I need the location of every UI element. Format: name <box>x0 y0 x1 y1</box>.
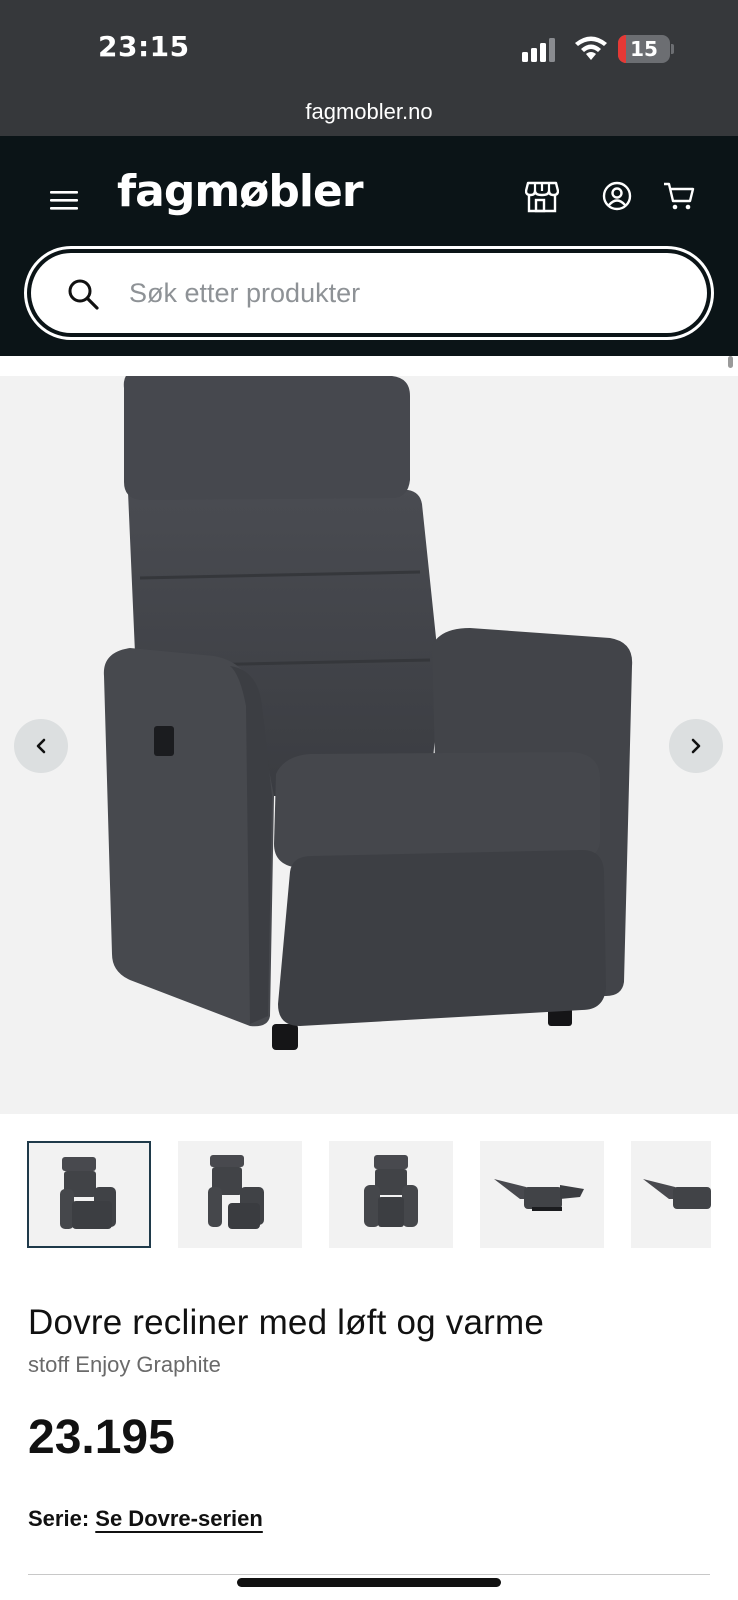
gallery-prev-button[interactable] <box>14 719 68 773</box>
thumbnail-2[interactable] <box>178 1141 302 1248</box>
thumbnail-3[interactable] <box>329 1141 453 1248</box>
status-time: 23:15 <box>98 30 190 63</box>
status-bar: 23:15 15 <box>0 0 738 98</box>
cart-icon[interactable] <box>663 181 695 211</box>
account-icon[interactable] <box>602 181 632 211</box>
search-input[interactable]: Søk etter produkter <box>31 253 707 333</box>
search-icon <box>68 279 99 310</box>
product-image-gallery[interactable] <box>0 376 738 1114</box>
series-link[interactable]: Se Dovre-serien <box>95 1506 263 1531</box>
chevron-right-icon <box>691 738 701 754</box>
product-image-recliner <box>103 376 633 1050</box>
menu-icon[interactable] <box>50 189 78 211</box>
search-bar: Søk etter produkter <box>24 246 714 340</box>
search-placeholder: Søk etter produkter <box>129 278 361 308</box>
browser-url[interactable]: fagmobler.no <box>0 98 738 136</box>
chevron-left-icon <box>36 738 46 754</box>
thumbnail-strip[interactable] <box>27 1141 711 1249</box>
battery-indicator: 15 <box>618 35 674 63</box>
thumbnail-5[interactable] <box>631 1141 711 1248</box>
wifi-icon <box>575 36 607 60</box>
site-logo[interactable]: fagmøbler <box>117 166 364 217</box>
cellular-signal-icon <box>522 38 555 62</box>
site-header: fagmøbler Søk etter produkter <box>0 136 738 356</box>
gallery-next-button[interactable] <box>669 719 723 773</box>
product-price: 23.195 <box>28 1411 175 1464</box>
product-subtitle: stoff Enjoy Graphite <box>28 1352 221 1377</box>
thumbnail-1[interactable] <box>27 1141 151 1248</box>
home-indicator[interactable] <box>237 1578 501 1587</box>
page-scrollbar[interactable] <box>728 356 733 368</box>
store-icon[interactable] <box>525 180 559 214</box>
thumbnail-4[interactable] <box>480 1141 604 1248</box>
series-row: Serie: Se Dovre-serien <box>28 1506 263 1532</box>
divider <box>28 1574 710 1575</box>
product-title: Dovre recliner med løft og varme <box>28 1303 545 1342</box>
battery-level: 15 <box>630 37 658 61</box>
series-label: Serie: <box>28 1506 90 1531</box>
